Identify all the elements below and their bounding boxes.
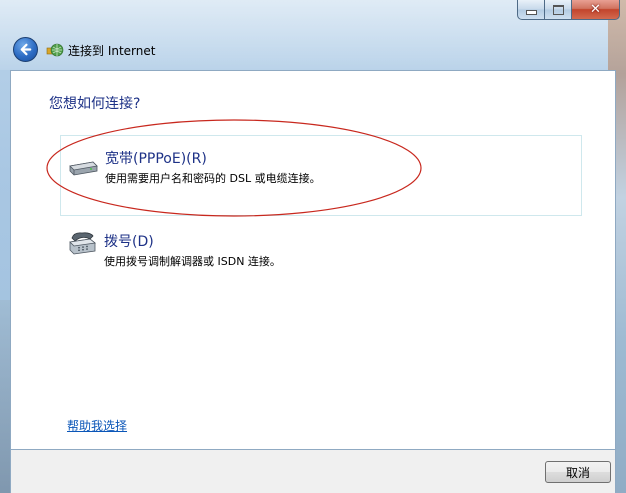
option-broadband-description: 使用需要用户名和密码的 DSL 或电缆连接。 — [105, 172, 321, 185]
caption-buttons: ✕ — [517, 0, 620, 22]
maximize-icon — [552, 4, 564, 15]
cancel-button[interactable]: 取消 — [545, 461, 611, 483]
minimize-button[interactable] — [517, 0, 545, 20]
desktop-background-left — [0, 300, 10, 493]
close-icon: ✕ — [590, 2, 601, 17]
option-broadband-title: 宽带(PPPoE)(R) — [105, 151, 207, 167]
minimize-icon — [525, 10, 537, 15]
footer-bar: 取消 — [10, 450, 616, 493]
option-dialup[interactable]: 拨号(D) 使用拨号调制解调器或 ISDN 连接。 — [60, 223, 582, 283]
page-heading: 您想如何连接? — [49, 96, 141, 112]
option-broadband[interactable]: 宽带(PPPoE)(R) 使用需要用户名和密码的 DSL 或电缆连接。 — [60, 135, 582, 216]
back-arrow-icon — [20, 43, 32, 56]
window-title: 连接到 Internet — [68, 44, 156, 58]
help-me-choose-link[interactable]: 帮助我选择 — [67, 417, 127, 434]
close-button[interactable]: ✕ — [572, 0, 620, 20]
maximize-button[interactable] — [545, 0, 572, 20]
broadband-modem-icon — [69, 161, 98, 176]
dialup-phone-icon — [69, 232, 96, 255]
network-globe-icon — [46, 43, 64, 57]
option-dialup-title: 拨号(D) — [104, 234, 154, 250]
option-dialup-description: 使用拨号调制解调器或 ISDN 连接。 — [104, 255, 281, 268]
content-pane: 您想如何连接? 宽带(PPPoE)(R) 使用需要用户名和密码的 DSL 或电缆… — [10, 70, 616, 450]
back-button[interactable] — [13, 37, 38, 62]
